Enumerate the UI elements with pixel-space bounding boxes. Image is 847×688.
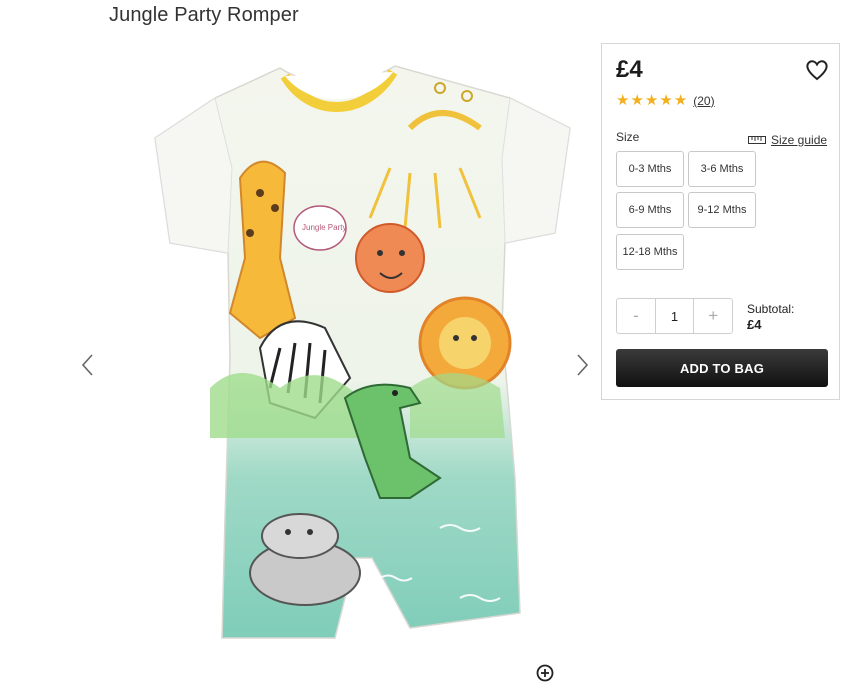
quantity-increase-button[interactable]: + — [694, 299, 732, 333]
page-title: Jungle Party Romper — [109, 4, 299, 26]
size-option-3-6[interactable]: 3-6 Mths — [688, 151, 756, 187]
speech-bubble-text: Jungle Party — [302, 223, 346, 232]
product-price: £4 — [616, 56, 643, 83]
next-image-button[interactable] — [570, 350, 594, 380]
review-count-link[interactable]: (20) — [693, 94, 714, 108]
product-image[interactable]: Jungle Party — [110, 58, 580, 688]
subtotal: Subtotal: £4 — [747, 301, 794, 333]
product-rating: ★ ★ ★ ★ ★ (20) — [616, 93, 715, 108]
heart-outline-icon — [806, 60, 828, 81]
star-icon: ★ — [616, 92, 630, 109]
add-to-bag-button[interactable]: ADD TO BAG — [616, 349, 828, 387]
ruler-icon — [748, 136, 766, 144]
subtotal-value: £4 — [747, 317, 762, 332]
size-option-9-12[interactable]: 9-12 Mths — [688, 192, 756, 228]
quantity-decrease-button[interactable]: - — [617, 299, 655, 333]
zoom-in-button[interactable] — [535, 663, 555, 683]
wishlist-button[interactable] — [804, 58, 830, 82]
star-icon: ★ — [673, 92, 688, 109]
quantity-stepper: - 1 + — [616, 298, 733, 334]
star-icon: ★ — [644, 92, 659, 109]
size-guide-link[interactable]: Size guide — [748, 133, 827, 147]
star-rating: ★ ★ ★ ★ ★ — [616, 93, 687, 108]
star-icon: ★ — [659, 92, 673, 109]
size-option-6-9[interactable]: 6-9 Mths — [616, 192, 684, 228]
buy-panel: £4 ★ ★ ★ ★ ★ (20) Size Size guide 0-3 Mt… — [601, 43, 840, 400]
previous-image-button[interactable] — [76, 350, 100, 380]
size-label: Size — [616, 130, 640, 144]
chevron-right-icon — [577, 354, 589, 376]
zoom-in-icon — [536, 664, 554, 682]
star-icon: ★ — [630, 92, 644, 109]
subtotal-label: Subtotal: — [747, 302, 795, 316]
product-gallery: Jungle Party — [70, 40, 600, 682]
quantity-value[interactable]: 1 — [654, 299, 695, 333]
size-option-0-3[interactable]: 0-3 Mths — [616, 151, 684, 187]
size-option-12-18[interactable]: 12-18 Mths — [616, 234, 684, 270]
size-guide-label: Size guide — [771, 133, 828, 147]
chevron-left-icon — [81, 354, 93, 376]
